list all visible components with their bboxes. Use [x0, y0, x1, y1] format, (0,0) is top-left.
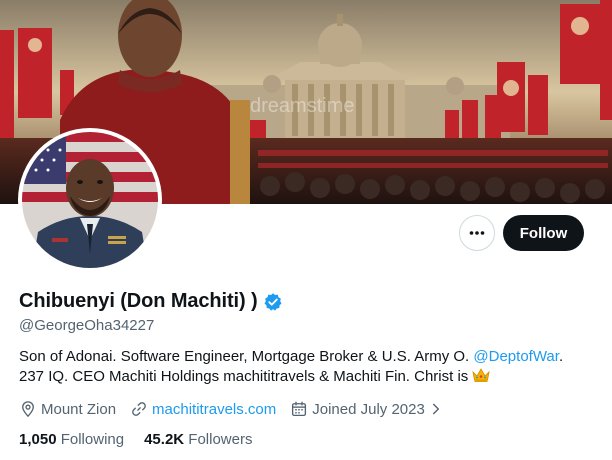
website-link[interactable]: machititravels.com	[152, 401, 276, 418]
profile-bio: Son of Adonai. Software Engineer, Mortga…	[19, 347, 599, 387]
profile-meta: Mount Zion machititravels.com Joined Jul…	[19, 400, 457, 418]
calendar-icon	[292, 401, 307, 417]
profile-website[interactable]: machititravels.com	[130, 400, 276, 418]
profile-handle: @GeorgeOha34227	[19, 317, 155, 334]
more-icon	[469, 231, 485, 235]
more-options-button[interactable]	[459, 215, 495, 251]
chevron-right-icon	[432, 403, 439, 415]
bio-text-2: 237 IQ. CEO Machiti Holdings machititrav…	[19, 368, 473, 385]
crown-emoji-icon	[472, 368, 491, 382]
avatar-image	[22, 132, 158, 268]
link-icon	[132, 402, 146, 416]
following-link[interactable]: 1,050 Following	[19, 431, 124, 448]
bio-text-end: .	[558, 348, 564, 365]
profile-stats: 1,050 Following 45.2K Followers	[19, 431, 272, 448]
follow-button[interactable]: Follow	[503, 215, 584, 251]
followers-link[interactable]: 45.2K Followers	[144, 431, 252, 448]
profile-location: Mount Zion	[19, 400, 116, 418]
avatar[interactable]	[18, 128, 162, 272]
bio-mention-link[interactable]: @DeptofWar	[473, 348, 559, 365]
following-label: Following	[60, 431, 125, 448]
bio-text: Son of Adonai. Software Engineer, Mortga…	[19, 348, 474, 365]
profile-name-row: Chibuenyi (Don Machiti) )	[19, 290, 283, 313]
joined-text: Joined July 2023	[312, 400, 425, 418]
verified-icon[interactable]	[263, 292, 283, 312]
bio-line-1: Son of Adonai. Software Engineer, Mortga…	[19, 347, 599, 367]
following-count: 1,050	[19, 431, 57, 448]
followers-count: 45.2K	[144, 431, 185, 448]
display-name: Chibuenyi (Don Machiti) )	[19, 290, 258, 312]
location-text: Mount Zion	[41, 400, 117, 418]
bio-line-2: 237 IQ. CEO Machiti Holdings machititrav…	[19, 367, 599, 387]
location-icon	[22, 401, 34, 418]
banner-watermark: dreamstime	[250, 95, 354, 117]
followers-label: Followers	[188, 431, 253, 448]
profile-joined[interactable]: Joined July 2023	[290, 400, 443, 418]
